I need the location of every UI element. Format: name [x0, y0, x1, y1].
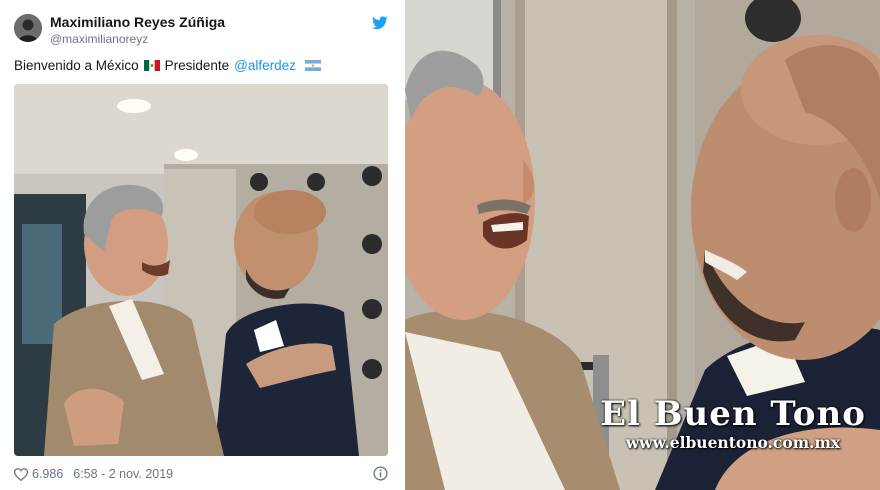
author-handle[interactable]: @maximilianoreyz: [50, 32, 148, 46]
info-icon[interactable]: [373, 466, 388, 481]
heart-icon[interactable]: [14, 467, 28, 481]
zoomed-photo: El Buen Tono www.elbuentono.com.mx: [405, 0, 880, 490]
tweet-timestamp[interactable]: 6:58 - 2 nov. 2019: [73, 467, 173, 481]
watermark-title: El Buen Tono: [600, 394, 866, 434]
panel-divider: [398, 0, 405, 490]
author-name[interactable]: Maximiliano Reyes Zúñiga: [50, 14, 225, 30]
author-avatar[interactable]: [14, 14, 42, 42]
like-count[interactable]: 6.986: [32, 467, 63, 481]
tweet-footer: 6.986 6:58 - 2 nov. 2019: [14, 465, 388, 483]
mention-link[interactable]: @alferdez: [234, 58, 296, 73]
twitter-bird-icon[interactable]: [372, 16, 388, 30]
tweet-photo[interactable]: [14, 84, 388, 456]
argentina-flag-icon: [304, 60, 321, 71]
watermark-url: www.elbuentono.com.mx: [625, 433, 841, 452]
watermark: El Buen Tono www.elbuentono.com.mx: [598, 395, 868, 453]
mexico-flag-icon: [143, 60, 160, 71]
tweet-text: Bienvenido a México Presidente @alferdez: [14, 58, 394, 73]
tweet-text-president: Presidente: [164, 58, 230, 73]
tweet-text-welcome: Bienvenido a México: [14, 58, 139, 73]
tweet-card: Maximiliano Reyes Zúñiga @maximilianorey…: [0, 0, 398, 490]
tweet-photo-image: [14, 84, 388, 456]
